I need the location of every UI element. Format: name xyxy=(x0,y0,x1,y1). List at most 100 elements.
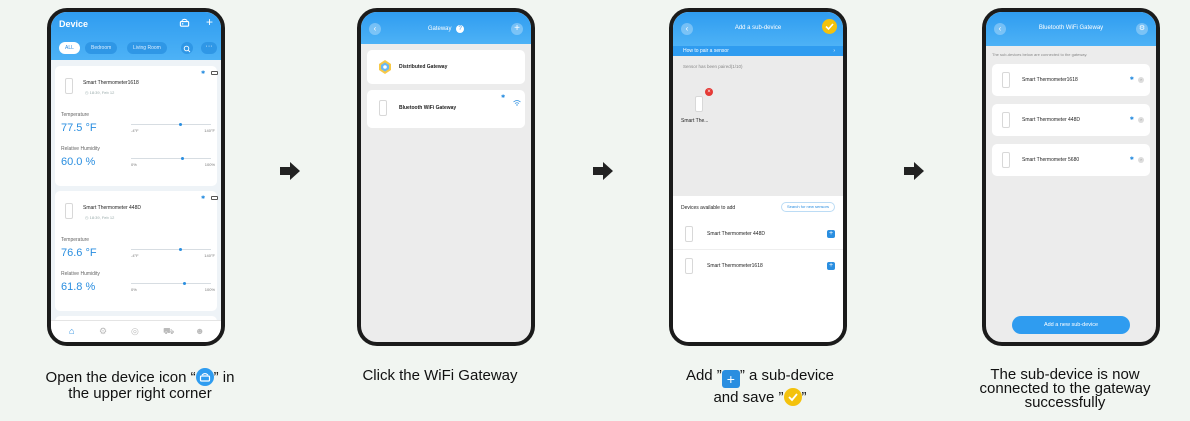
phone-add-sub-device: ‹ Add a sub-device How to pair a sensor … xyxy=(669,8,847,346)
bluetooth-icon: ✱ xyxy=(201,70,206,76)
bluetooth-icon: ✱ xyxy=(1129,76,1134,82)
paired-section: Sensor has been paired(1/10) × Smart The… xyxy=(673,56,843,196)
device-thumbnail xyxy=(1002,112,1010,128)
paired-device-name: Smart The... xyxy=(681,118,709,124)
gateway-item-label: Bluetooth WiFi Gateway xyxy=(399,105,457,111)
temperature-indicator xyxy=(179,123,182,126)
device-card[interactable]: ✱ Smart Thermometer1618 ◷ 18:39, Feb 12 … xyxy=(55,66,218,186)
save-check-icon xyxy=(783,388,802,406)
arrow-right-icon xyxy=(593,162,613,180)
sub-device-name: Smart Thermometer 448D xyxy=(1022,117,1080,123)
home-icon[interactable]: ⌂ xyxy=(69,326,74,336)
more-icon[interactable]: ··· xyxy=(201,42,217,54)
how-to-pair-link[interactable]: How to pair a sensor › xyxy=(673,46,843,56)
temperature-label: Temperature xyxy=(61,237,90,243)
tab-living-room[interactable]: Living Room xyxy=(127,42,167,54)
chevron-right-icon: › xyxy=(1138,77,1144,83)
add-new-sub-device-button[interactable]: Add a new sub-device xyxy=(1012,316,1130,334)
device-thumbnail xyxy=(685,258,693,274)
temperature-track xyxy=(131,124,211,125)
sub-device-item[interactable]: Smart Thermometer 448D ✱ › xyxy=(992,104,1150,136)
save-check-icon[interactable] xyxy=(822,19,837,34)
add-plus-icon[interactable]: + xyxy=(827,230,835,238)
gateway-icon xyxy=(195,368,214,386)
humidity-track xyxy=(131,283,211,284)
humidity-min: 0% xyxy=(131,287,137,292)
page-title: Gateway ? xyxy=(361,25,531,33)
device-name: Smart Thermometer 448D xyxy=(83,205,141,211)
sub-device-item[interactable]: Smart Thermometer 5680 ✱ › xyxy=(992,144,1150,176)
humidity-value: 60.0 % xyxy=(61,156,96,168)
page-title: Add a sub-device xyxy=(734,25,782,31)
device-thumbnail xyxy=(1002,72,1010,88)
device-list: ✱ Smart Thermometer1618 ◷ 18:39, Feb 12 … xyxy=(51,60,221,336)
available-item-name: Smart Thermometer 448D xyxy=(707,231,765,237)
humidity-indicator xyxy=(181,157,184,160)
temperature-track xyxy=(131,249,211,250)
caption-step-4: The sub-device is now connected to the g… xyxy=(979,366,1151,411)
gateway-detail-header: ‹ Bluetooth WiFi Gateway ⚙ xyxy=(986,12,1156,46)
help-icon[interactable]: ? xyxy=(456,25,465,33)
caption-step-3: Add ” +” a sub-device and save ”” xyxy=(685,367,835,406)
room-tabs: ALL Bedroom Living Room ··· xyxy=(57,42,217,56)
connected-subtitle: The sub-devices below are connected to t… xyxy=(992,52,1088,57)
caption-step-1: Open the device icon “” in the upper rig… xyxy=(45,368,235,402)
plus-icon[interactable]: + xyxy=(511,23,523,35)
page-title: Device xyxy=(59,19,89,29)
add-plus-icon[interactable]: + xyxy=(827,262,835,270)
available-label: Devices available to add xyxy=(681,205,736,211)
scene-icon[interactable]: ⚙ xyxy=(99,326,107,337)
add-plus-icon: + xyxy=(721,370,740,388)
temperature-min: -4°F xyxy=(131,253,139,258)
device-card[interactable]: ✱ Smart Thermometer 448D ◷ 18:39, Feb 12… xyxy=(55,191,218,311)
profile-icon[interactable]: ☻ xyxy=(195,326,204,336)
device-thumbnail xyxy=(685,226,693,242)
device-time: ◷ 18:39, Feb 12 xyxy=(85,215,115,220)
search-sensors-button[interactable]: Search for new sensors xyxy=(780,202,835,212)
wifi-icon xyxy=(513,93,521,111)
sub-device-name: Smart Thermometer1618 xyxy=(1022,77,1078,83)
bottom-tab-bar: ⌂ ⚙ ◎ ⛟ ☻ xyxy=(51,320,221,342)
gateway-item-distributed[interactable]: Distributed Gateway xyxy=(367,50,525,84)
temperature-value: 76.6 °F xyxy=(61,247,97,259)
settings-icon[interactable]: ⚙ xyxy=(1136,23,1148,35)
tab-all[interactable]: ALL xyxy=(59,42,80,54)
phone-device-list: Device + ALL Bedroom Living Room ··· ✱ S… xyxy=(47,8,225,346)
humidity-max: 100% xyxy=(204,287,215,292)
available-item[interactable]: Smart Thermometer1618 + xyxy=(673,252,843,282)
gateway-icon[interactable] xyxy=(179,17,190,31)
temperature-value: 77.5 °F xyxy=(61,122,97,134)
shop-icon[interactable]: ⛟ xyxy=(163,326,174,338)
device-thumbnail xyxy=(65,78,73,94)
arrow-right-icon xyxy=(904,162,924,180)
humidity-min: 0% xyxy=(131,162,137,167)
device-time: ◷ 18:39, Feb 12 xyxy=(85,90,115,95)
device-header: Device + ALL Bedroom Living Room ··· xyxy=(51,12,221,60)
temperature-min: -4°F xyxy=(131,128,139,133)
plus-icon[interactable]: + xyxy=(206,15,213,29)
available-section: Devices available to add Search for new … xyxy=(673,196,843,342)
humidity-indicator xyxy=(183,282,186,285)
available-item[interactable]: Smart Thermometer 448D + xyxy=(673,220,843,250)
gateway-item-label: Distributed Gateway xyxy=(399,64,448,70)
battery-icon xyxy=(211,71,218,75)
discover-icon[interactable]: ◎ xyxy=(131,326,139,337)
humidity-label: Relative Humidity xyxy=(61,146,100,152)
chevron-right-icon: › xyxy=(1138,157,1144,163)
available-item-name: Smart Thermometer1618 xyxy=(707,263,763,269)
search-icon[interactable] xyxy=(181,42,193,54)
sub-device-item[interactable]: Smart Thermometer1618 ✱ › xyxy=(992,64,1150,96)
battery-icon xyxy=(211,196,218,200)
humidity-value: 61.8 % xyxy=(61,281,96,293)
page-title: Bluetooth WiFi Gateway xyxy=(1038,25,1104,31)
tab-bedroom[interactable]: Bedroom xyxy=(85,42,118,54)
gateway-item-bluetooth-wifi[interactable]: Bluetooth WiFi Gateway ✱ xyxy=(367,90,525,128)
remove-icon[interactable]: × xyxy=(705,88,713,96)
gateway-header: ‹ Gateway ? + xyxy=(361,12,531,44)
device-thumbnail xyxy=(379,100,387,116)
bluetooth-icon: ✱ xyxy=(201,195,206,201)
caption-step-2: Click the WiFi Gateway xyxy=(362,367,518,384)
bluetooth-icon: ✱ xyxy=(1129,156,1134,162)
temperature-max: 140°F xyxy=(204,253,215,258)
paired-device-thumbnail xyxy=(695,96,703,112)
